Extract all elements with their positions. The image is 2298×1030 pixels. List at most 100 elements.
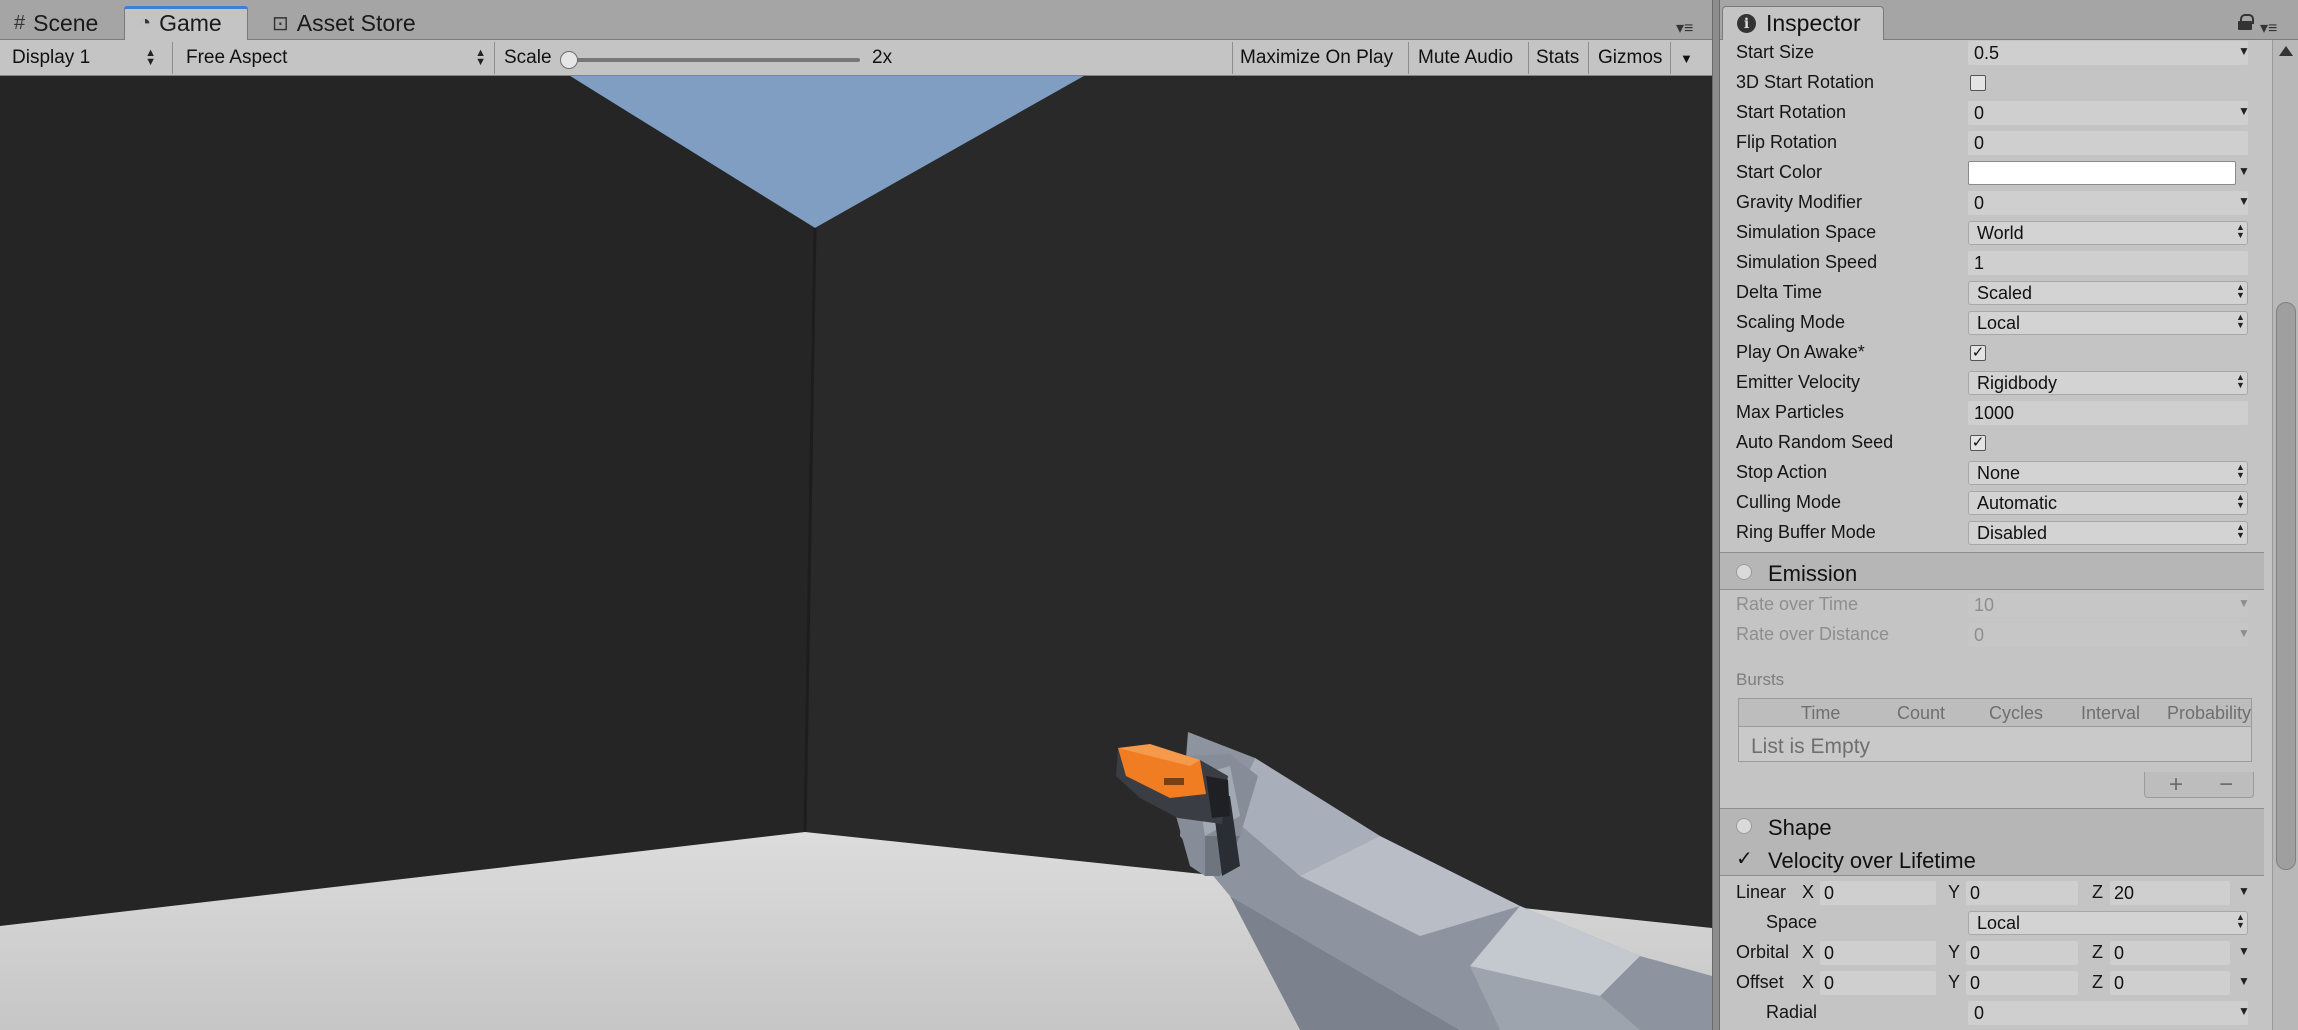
add-burst-button[interactable]: + — [2169, 772, 2183, 798]
simulation-space-label: Simulation Space — [1736, 222, 1877, 242]
shape-module-header[interactable]: Shape — [1720, 808, 2264, 842]
chevron-down-icon[interactable]: ▼ — [2238, 944, 2250, 958]
info-icon: i — [1737, 14, 1756, 33]
ring-buffer-mode-row: Ring Buffer Mode Disabled ▲ ▼ — [1720, 518, 2272, 548]
max-particles-label: Max Particles — [1736, 402, 1845, 422]
flip-rotation-field[interactable]: 0 — [1968, 131, 2248, 155]
offset-x-field[interactable]: 0 — [1820, 971, 1936, 995]
start-size-label: Start Size — [1736, 42, 1815, 62]
delta-time-dropdown[interactable]: Scaled — [1968, 281, 2248, 305]
game-viewport[interactable] — [0, 76, 1712, 1030]
scaling-mode-dropdown[interactable]: Local — [1968, 311, 2248, 335]
offset-y-axis-label: Y — [1948, 972, 1961, 992]
emission-toggle[interactable] — [1736, 564, 1752, 580]
orbital-z-field[interactable]: 0 — [2110, 941, 2230, 965]
culling-mode-dropdown[interactable]: Automatic — [1968, 491, 2248, 515]
chevron-down-icon[interactable]: ▼ — [2238, 164, 2250, 178]
inspector-menu-icon[interactable]: ▾≡ — [2260, 18, 2277, 38]
ring-buffer-mode-dropdown[interactable]: Disabled — [1968, 521, 2248, 545]
linear-row: Linear X 0 Y 0 Z 20 ▼ — [1720, 878, 2272, 908]
emitter-velocity-dropdown[interactable]: Rigidbody — [1968, 371, 2248, 395]
scroll-up-arrow-icon[interactable] — [2279, 46, 2293, 56]
chevron-down-icon[interactable]: ▼ — [2238, 974, 2250, 988]
chevron-down-icon[interactable]: ▼ — [2238, 626, 2250, 640]
start-size-field[interactable]: 0.5 — [1968, 41, 2248, 65]
panel-menu-icon[interactable]: ▾≡ — [1676, 18, 1693, 38]
gizmos-toggle[interactable]: Gizmos — [1598, 40, 1662, 76]
rate-over-distance-field[interactable]: 0 — [1968, 623, 2248, 647]
radial-row: Radial 0 ▼ — [1720, 998, 2272, 1028]
chevron-down-icon[interactable]: ▼ — [2238, 194, 2250, 208]
mute-audio-toggle[interactable]: Mute Audio — [1418, 40, 1513, 76]
auto-random-seed-checkbox[interactable]: ✓ — [1970, 435, 1986, 451]
orbital-y-axis-label: Y — [1948, 942, 1961, 962]
bursts-footer: + − — [2144, 772, 2254, 798]
bursts-empty-text: List is Empty — [1751, 735, 1871, 758]
velocity-toggle-check-icon[interactable]: ✓ — [1736, 846, 1753, 871]
max-particles-field[interactable]: 1000 — [1968, 401, 2248, 425]
simulation-space-dropdown[interactable]: World — [1968, 221, 2248, 245]
offset-y-field[interactable]: 0 — [1966, 971, 2078, 995]
max-particles-row: Max Particles 1000 — [1720, 398, 2272, 428]
play-on-awake-checkbox[interactable]: ✓ — [1970, 345, 1986, 361]
aspect-value: Free Aspect — [186, 47, 288, 68]
gizmos-dropdown-icon[interactable]: ▼ — [1680, 40, 1693, 76]
orbital-y-field[interactable]: 0 — [1966, 941, 2078, 965]
velocity-title: Velocity over Lifetime — [1768, 848, 1976, 873]
rate-over-time-field[interactable]: 10 — [1968, 593, 2248, 617]
tab-scene[interactable]: # Scene — [0, 6, 112, 40]
tab-asset-store[interactable]: ⊡ Asset Store — [258, 6, 430, 40]
linear-y-field[interactable]: 0 — [1966, 881, 2078, 905]
emission-module-header[interactable]: Emission — [1720, 552, 2264, 590]
offset-z-field[interactable]: 0 — [2110, 971, 2230, 995]
lock-icon[interactable] — [2238, 14, 2254, 30]
grid-icon: # — [14, 11, 26, 34]
dropdown-arrows-icon: ▲ ▼ — [475, 47, 486, 68]
game-render — [0, 76, 1712, 1030]
aspect-dropdown[interactable]: Free Aspect ▲ ▼ — [174, 40, 492, 76]
inspector-scrollbar[interactable] — [2272, 40, 2298, 1030]
bursts-col-count: Count — [1897, 703, 1946, 723]
tab-inspector[interactable]: i Inspector — [1722, 6, 1884, 40]
start-rotation-field[interactable]: 0 — [1968, 101, 2248, 125]
orbital-x-field[interactable]: 0 — [1820, 941, 1936, 965]
radial-field[interactable]: 0 — [1968, 1001, 2248, 1025]
scale-slider-track[interactable] — [568, 58, 860, 62]
remove-burst-button[interactable]: − — [2219, 772, 2233, 798]
start-rotation-label: Start Rotation — [1736, 102, 1847, 122]
maximize-on-play-toggle[interactable]: Maximize On Play — [1240, 40, 1393, 76]
space-dropdown[interactable]: Local — [1968, 911, 2248, 935]
linear-x-field[interactable]: 0 — [1820, 881, 1936, 905]
gravity-modifier-field[interactable]: 0 — [1968, 191, 2248, 215]
shape-toggle[interactable] — [1736, 818, 1752, 834]
chevron-down-icon[interactable]: ▼ — [2238, 596, 2250, 610]
rate-over-distance-row: Rate over Distance 0 ▼ — [1720, 620, 2272, 650]
bursts-col-time: Time — [1801, 703, 1841, 723]
simulation-speed-label: Simulation Speed — [1736, 252, 1878, 272]
scale-slider-thumb[interactable] — [560, 51, 578, 69]
orbital-label: Orbital — [1736, 942, 1790, 962]
start-color-row: Start Color ▼ — [1720, 158, 2272, 188]
start-color-label: Start Color — [1736, 162, 1823, 182]
stop-action-dropdown[interactable]: None — [1968, 461, 2248, 485]
display-dropdown[interactable]: Display 1 ▲ ▼ — [0, 40, 162, 76]
chevron-down-icon[interactable]: ▼ — [2238, 44, 2250, 58]
ring-buffer-mode-label: Ring Buffer Mode — [1736, 522, 1876, 542]
tab-game-label: Game — [159, 10, 222, 36]
start-color-color-swatch[interactable] — [1968, 161, 2236, 185]
simulation-space-row: Simulation Space World ▲ ▼ — [1720, 218, 2272, 248]
panel-divider[interactable] — [1712, 0, 1720, 1030]
velocity-module-header[interactable]: ✓ Velocity over Lifetime — [1720, 842, 2264, 876]
tab-inspector-label: Inspector — [1766, 10, 1861, 36]
linear-z-field[interactable]: 20 — [2110, 881, 2230, 905]
chevron-down-icon[interactable]: ▼ — [2238, 1004, 2250, 1018]
chevron-down-icon[interactable]: ▼ — [2238, 104, 2250, 118]
scrollbar-thumb[interactable] — [2276, 302, 2296, 870]
3d-start-rotation-checkbox[interactable] — [1970, 75, 1986, 91]
tab-game[interactable]: ◔ Game — [124, 6, 248, 40]
3d-start-rotation-label: 3D Start Rotation — [1736, 72, 1875, 92]
chevron-down-icon[interactable]: ▼ — [2238, 884, 2250, 898]
simulation-speed-field[interactable]: 1 — [1968, 251, 2248, 275]
stats-toggle[interactable]: Stats — [1536, 40, 1579, 76]
flip-rotation-label: Flip Rotation — [1736, 132, 1838, 152]
